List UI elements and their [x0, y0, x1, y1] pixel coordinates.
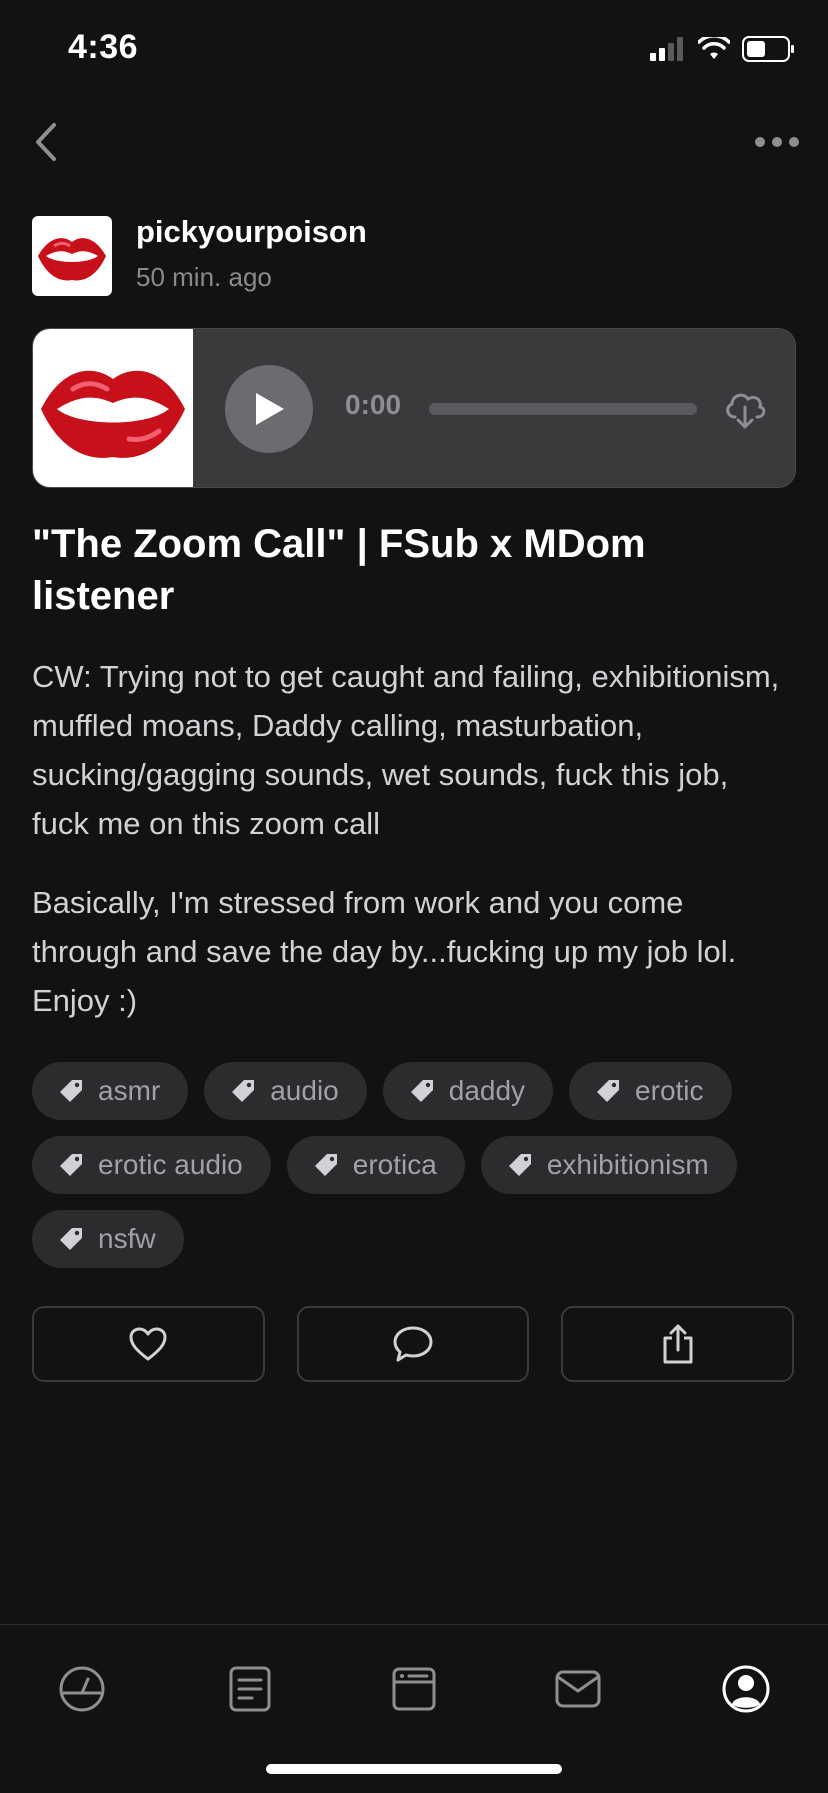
author-avatar[interactable]: [32, 216, 112, 296]
chevron-left-icon: [36, 123, 56, 161]
tag-icon: [314, 1154, 337, 1176]
cellular-signal-icon: [650, 37, 683, 61]
like-button[interactable]: [32, 1306, 265, 1382]
tag-label: erotic audio: [98, 1149, 243, 1180]
cloud-download-icon: [726, 393, 766, 429]
audio-player: 0:00: [32, 328, 796, 488]
tag-chip[interactable]: erotic: [569, 1062, 732, 1120]
play-icon: [256, 393, 284, 425]
tag-icon: [232, 1080, 255, 1102]
tag-label: erotic: [635, 1075, 704, 1106]
tag-icon: [60, 1080, 82, 1102]
comment-icon: [393, 1326, 433, 1362]
mail-icon: [555, 1670, 601, 1708]
author-name[interactable]: pickyourpoison: [136, 214, 367, 250]
lips-image: [41, 370, 185, 458]
play-button[interactable]: [225, 365, 313, 453]
tag-label: exhibitionism: [546, 1149, 709, 1180]
status-time: 4:36: [68, 28, 139, 66]
browser-icon: [392, 1667, 436, 1711]
lips-image: [38, 238, 106, 281]
tag-icon: [60, 1228, 82, 1250]
tag-icon: [508, 1154, 531, 1176]
tag-chip[interactable]: erotica: [286, 1136, 465, 1194]
tag-chip[interactable]: daddy: [382, 1062, 554, 1120]
tag-icon: [597, 1080, 620, 1102]
tab-inbox[interactable]: [548, 1659, 608, 1719]
tag-chip[interactable]: exhibitionism: [480, 1136, 737, 1194]
tag-chip[interactable]: audio: [204, 1062, 367, 1120]
tag-chip[interactable]: nsfw: [32, 1210, 184, 1268]
post-paragraph: CW: Trying not to get caught and failing…: [32, 659, 780, 841]
more-options-button[interactable]: [742, 112, 812, 172]
post-paragraph: Basically, I'm stressed from work and yo…: [32, 885, 737, 1018]
post-title: "The Zoom Call" | FSub x MDom listener: [32, 522, 646, 618]
post-timestamp: 50 min. ago: [136, 262, 272, 292]
audio-progress-bar[interactable]: [429, 403, 697, 415]
tab-profile[interactable]: [716, 1659, 776, 1719]
tag-label: erotica: [352, 1149, 437, 1180]
ellipsis-icon: [755, 137, 799, 147]
tag-icon: [410, 1080, 433, 1102]
tag-chip[interactable]: erotic audio: [32, 1136, 271, 1194]
share-icon: [663, 1324, 693, 1364]
tab-dashboard[interactable]: [52, 1659, 112, 1719]
tab-posts[interactable]: [220, 1659, 280, 1719]
back-button[interactable]: [16, 112, 76, 172]
audio-current-time: 0:00: [345, 389, 402, 420]
tag-label: nsfw: [98, 1223, 156, 1254]
tag-label: daddy: [448, 1075, 526, 1106]
tag-label: asmr: [98, 1075, 161, 1106]
post-body: CW: Trying not to get caught and failing…: [32, 652, 792, 1055]
posts-icon: [229, 1666, 271, 1712]
tag-list: asmr audio daddy erotic erotic audio ero…: [32, 1062, 802, 1268]
audio-cover-image: [33, 329, 193, 487]
share-button[interactable]: [561, 1306, 795, 1382]
tab-browser[interactable]: [384, 1659, 444, 1719]
battery-icon: [742, 36, 794, 62]
tag-label: audio: [270, 1075, 339, 1106]
profile-icon: [722, 1665, 770, 1713]
status-icons: [650, 36, 796, 62]
post-actions: [32, 1306, 795, 1382]
dashboard-icon: [59, 1666, 105, 1712]
wifi-icon: [698, 37, 730, 59]
tag-chip[interactable]: asmr: [32, 1062, 189, 1120]
heart-icon: [129, 1327, 167, 1361]
home-indicator[interactable]: [266, 1764, 562, 1774]
tag-icon: [60, 1154, 82, 1176]
download-button[interactable]: [723, 387, 767, 431]
comment-button[interactable]: [296, 1306, 530, 1382]
